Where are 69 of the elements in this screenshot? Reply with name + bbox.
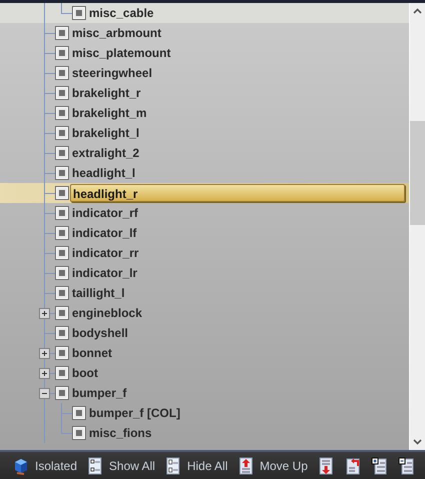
tree-item[interactable]: indicator_lf bbox=[70, 224, 139, 242]
expand-button[interactable] bbox=[39, 308, 50, 319]
plus-icon bbox=[40, 369, 49, 378]
tree-item[interactable]: bumper_f [COL] bbox=[87, 404, 182, 422]
scrollbar-thumb[interactable] bbox=[410, 121, 425, 225]
tree-item[interactable]: extralight_2 bbox=[70, 144, 142, 162]
checkbox[interactable] bbox=[56, 187, 68, 199]
expand-all-icon bbox=[370, 456, 389, 474]
tree-item[interactable]: headlight_l bbox=[70, 164, 138, 182]
tree-item[interactable]: boot bbox=[70, 364, 100, 382]
collapse-button[interactable] bbox=[39, 388, 50, 399]
list-icon bbox=[86, 456, 104, 474]
tree-item[interactable]: indicator_rf bbox=[70, 204, 140, 222]
checkbox[interactable] bbox=[56, 27, 68, 39]
checkbox[interactable] bbox=[56, 67, 68, 79]
checkbox[interactable] bbox=[56, 147, 68, 159]
scroll-down-icon[interactable] bbox=[413, 439, 422, 445]
checkbox[interactable] bbox=[56, 287, 68, 299]
list-button[interactable]: Show All bbox=[86, 456, 156, 476]
move-up-button[interactable]: Move Up bbox=[236, 456, 308, 476]
tree-item[interactable]: headlight_r bbox=[70, 184, 405, 202]
checkbox[interactable] bbox=[56, 47, 68, 59]
move-down-button[interactable] bbox=[316, 456, 335, 476]
checkbox[interactable] bbox=[56, 227, 68, 239]
cube-icon bbox=[12, 456, 30, 474]
checkbox[interactable] bbox=[56, 247, 68, 259]
tree-item[interactable]: misc_cable bbox=[87, 4, 156, 22]
tree-item[interactable]: bumper_f bbox=[70, 384, 129, 402]
expand-button[interactable] bbox=[39, 368, 50, 379]
cube-button[interactable]: Isolated bbox=[12, 456, 78, 476]
scroll-up-icon[interactable] bbox=[413, 8, 422, 14]
plus-icon bbox=[40, 349, 49, 358]
tree-item[interactable]: brakelight_l bbox=[70, 124, 142, 142]
move-down-icon bbox=[316, 456, 335, 474]
checkbox[interactable] bbox=[56, 107, 68, 119]
tree-item[interactable]: misc_fions bbox=[87, 424, 154, 442]
checkbox[interactable] bbox=[56, 387, 68, 399]
tree-item[interactable]: brakelight_m bbox=[70, 104, 149, 122]
tree-item[interactable]: bonnet bbox=[70, 344, 114, 362]
list-icon bbox=[164, 456, 182, 474]
expand-all-button[interactable] bbox=[370, 456, 389, 476]
tree-item[interactable]: bodyshell bbox=[70, 324, 130, 342]
checkbox[interactable] bbox=[56, 207, 68, 219]
tree-item[interactable]: indicator_lr bbox=[70, 264, 140, 282]
checkbox[interactable] bbox=[73, 407, 85, 419]
checkbox[interactable] bbox=[56, 307, 68, 319]
checkbox[interactable] bbox=[73, 427, 85, 439]
checkbox[interactable] bbox=[56, 267, 68, 279]
tree-item[interactable]: engineblock bbox=[70, 304, 144, 322]
tree-item[interactable]: misc_arbmount bbox=[70, 24, 164, 42]
return-arrow-button[interactable] bbox=[344, 456, 362, 476]
checkbox[interactable] bbox=[56, 367, 68, 379]
checkbox[interactable] bbox=[56, 127, 68, 139]
move-up-icon bbox=[236, 456, 255, 474]
tree-item[interactable]: brakelight_r bbox=[70, 84, 143, 102]
checkbox[interactable] bbox=[56, 167, 68, 179]
checkbox[interactable] bbox=[73, 7, 85, 19]
collapse-all-icon bbox=[398, 456, 416, 474]
tree-item[interactable]: misc_platemount bbox=[70, 44, 173, 62]
tree-item[interactable]: taillight_l bbox=[70, 284, 127, 302]
collapse-all-button[interactable] bbox=[398, 456, 416, 476]
checkbox[interactable] bbox=[56, 347, 68, 359]
plus-icon bbox=[40, 309, 49, 318]
list-button[interactable]: Hide All bbox=[164, 456, 228, 476]
checkbox[interactable] bbox=[56, 87, 68, 99]
tree-item[interactable]: indicator_rr bbox=[70, 244, 141, 262]
expand-button[interactable] bbox=[39, 348, 50, 359]
tree-item[interactable]: steeringwheel bbox=[70, 64, 154, 82]
checkbox[interactable] bbox=[56, 327, 68, 339]
